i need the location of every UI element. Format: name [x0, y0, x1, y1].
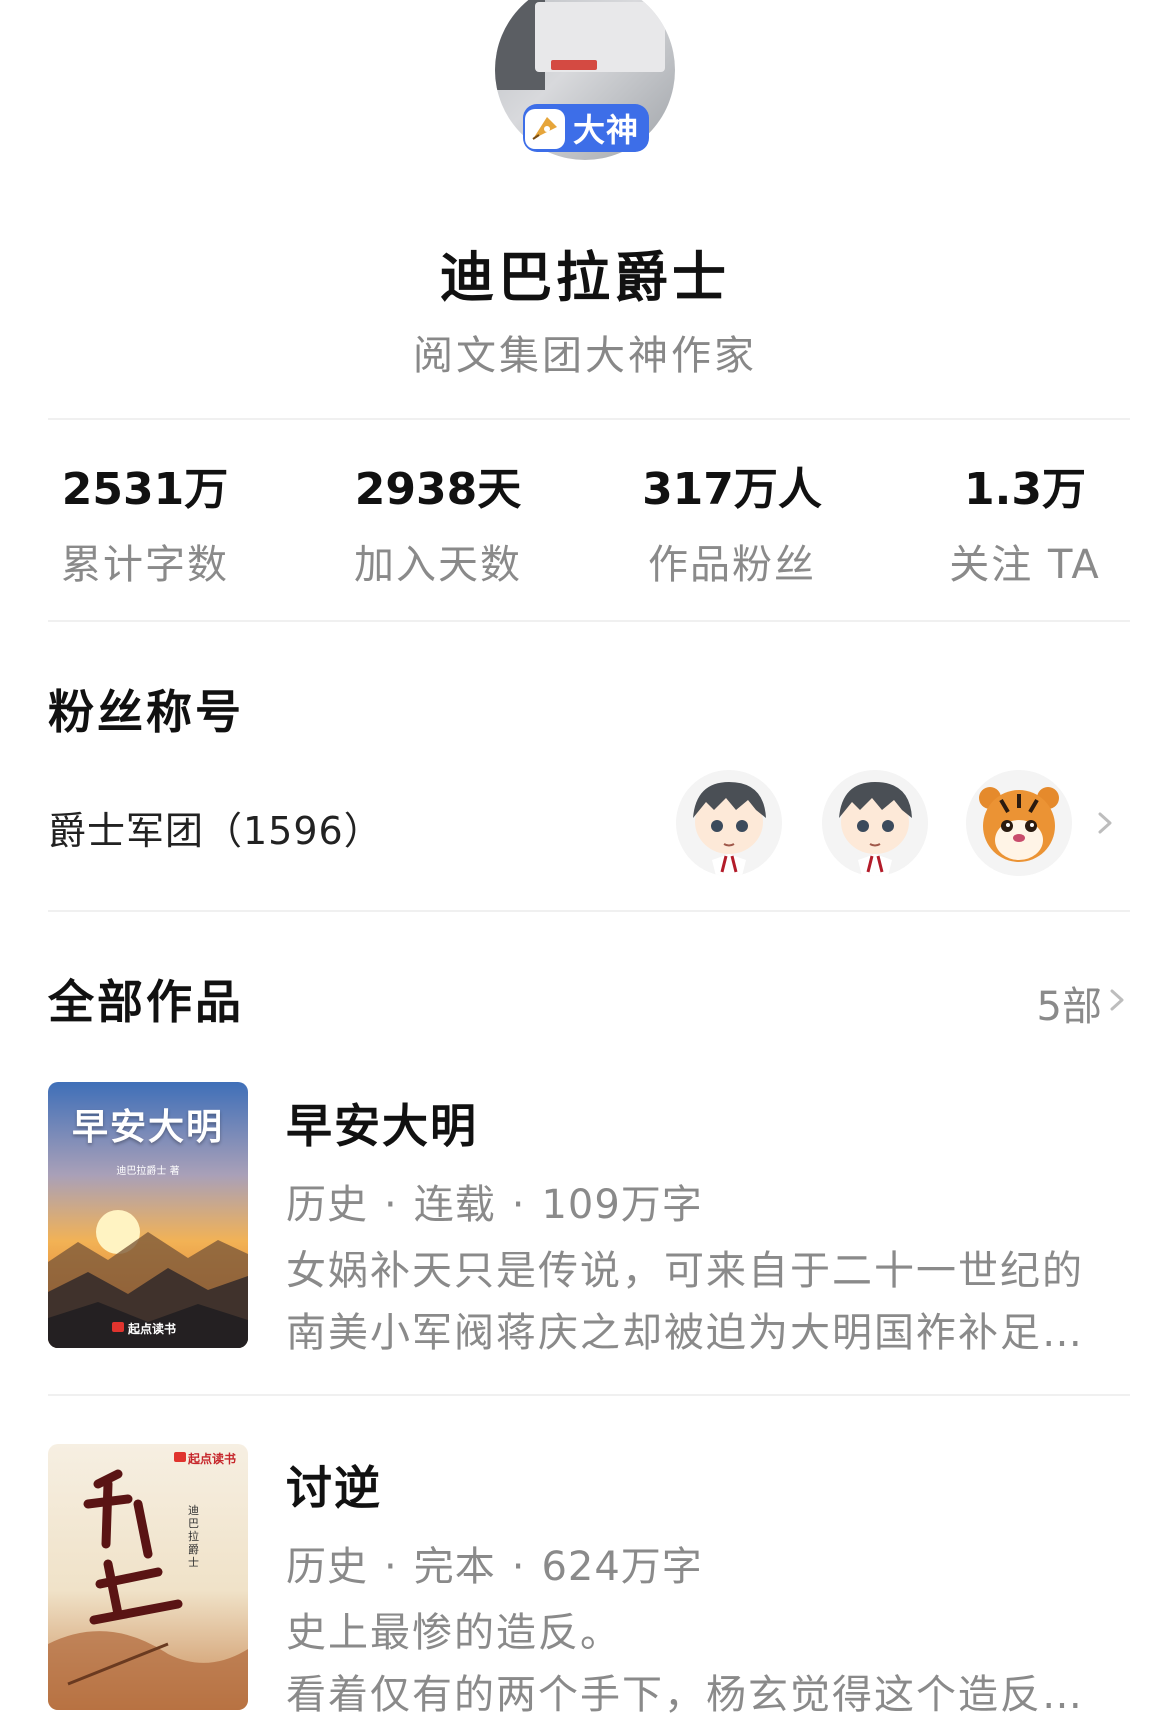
- book-description-line: 看着仅有的两个手下，杨玄觉得这个造反…: [286, 1672, 1084, 1718]
- book-description-line: 女娲补天只是传说，可来自于二十一世纪的: [286, 1248, 1084, 1294]
- stats-row: 2531万 累计字数 2938天 加入天数 317万人 作品粉丝 1.3万 关注…: [0, 462, 1170, 602]
- stat-value: 317万人: [642, 464, 822, 515]
- badge-label: 大神: [573, 111, 640, 149]
- author-avatar-wrap[interactable]: 大神: [495, 0, 675, 160]
- fan-avatar: [966, 770, 1072, 876]
- fans-group-row[interactable]: 爵士军团（1596）: [48, 770, 1130, 880]
- stat-label: 关注 TA: [949, 542, 1101, 588]
- fan-avatar: [822, 770, 928, 876]
- stat-value: 2531万: [61, 464, 229, 515]
- stat-follow[interactable]: 1.3万 关注 TA: [880, 462, 1170, 590]
- divider: [48, 620, 1130, 622]
- separator-dot: ·: [384, 1182, 398, 1228]
- author-name: 迪巴拉爵士: [440, 246, 730, 309]
- fans-group-name: 爵士军团（1596）: [48, 809, 383, 853]
- stat-join-days: 2938天 加入天数: [293, 462, 583, 590]
- book-description-line: 南美小军阀蒋庆之却被迫为大明国祚补足…: [286, 1310, 1084, 1356]
- stat-value: 2938天: [354, 464, 522, 515]
- great-god-badge: 大神: [523, 104, 649, 152]
- separator-dot: ·: [511, 1544, 526, 1590]
- separator-dot: ·: [511, 1182, 526, 1228]
- book-cover[interactable]: 早安大明 迪巴拉爵士 著 起点读书: [48, 1082, 248, 1348]
- book-card[interactable]: 早安大明 迪巴拉爵士 著 起点读书 早安大明 历史 · 连载 · 109万字 女娲补天只…: [48, 1082, 1130, 1356]
- book-meta: 历史 · 完本 · 624万字: [286, 1534, 703, 1592]
- fan-avatar: [676, 770, 782, 876]
- stat-value: 1.3万: [964, 464, 1086, 515]
- separator-dot: ·: [384, 1544, 398, 1590]
- divider: [48, 1394, 1130, 1396]
- book-description: 女娲补天只是传说，可来自于二十一世纪的 南美小军阀蒋庆之却被迫为大明国祚补足…: [286, 1240, 1130, 1364]
- book-meta: 历史 · 连载 · 109万字: [286, 1172, 703, 1230]
- book-card[interactable]: 起点读书 迪巴拉爵士 讨逆 历史 · 完本 · 624万字 史上最惨的造反。 看着仅有的…: [48, 1444, 1130, 1718]
- anime-boy-avatar-icon: [822, 770, 928, 876]
- book-title[interactable]: 讨逆: [286, 1452, 382, 1518]
- fans-title: 粉丝称号: [48, 685, 244, 739]
- anime-boy-avatar-icon: [676, 770, 782, 876]
- stat-label: 加入天数: [354, 542, 522, 588]
- stat-label: 作品粉丝: [648, 542, 816, 588]
- book-title[interactable]: 早安大明: [286, 1090, 478, 1156]
- book-cover[interactable]: 起点读书 迪巴拉爵士: [48, 1444, 248, 1710]
- book-description-line: 史上最惨的造反。: [286, 1610, 622, 1656]
- divider: [48, 910, 1130, 912]
- works-title: 全部作品: [48, 975, 244, 1029]
- avatar-photo-button: [551, 60, 597, 70]
- cover-publisher: 起点读书: [128, 1322, 177, 1336]
- author-profile-page: 大神 迪巴拉爵士 阅文集团大神作家 2531万 累计字数 2938天 加入天数 …: [0, 0, 1170, 1732]
- stat-label: 累计字数: [61, 542, 229, 588]
- chevron-right-icon[interactable]: [1094, 812, 1116, 834]
- chevron-right-icon[interactable]: [1106, 989, 1128, 1011]
- cover-author: 迪巴拉爵士: [188, 1504, 199, 1569]
- book-genre: 历史: [286, 1544, 368, 1590]
- book-genre: 历史: [286, 1182, 368, 1228]
- book-status: 连载: [413, 1182, 496, 1228]
- cover-author: 迪巴拉爵士 著: [116, 1166, 180, 1177]
- stat-total-words: 2531万 累计字数: [0, 462, 290, 590]
- works-count[interactable]: 5部: [1037, 974, 1102, 1032]
- book-cover-art: [48, 1444, 248, 1710]
- book-status: 完本: [413, 1544, 496, 1590]
- tiger-avatar-icon: [966, 770, 1072, 876]
- book-description: 史上最惨的造反。 看着仅有的两个手下，杨玄觉得这个造反…: [286, 1602, 1130, 1726]
- cover-publisher: 起点读书: [188, 1452, 237, 1466]
- cover-title: 早安大明: [71, 1107, 224, 1148]
- stat-fans[interactable]: 317万人 作品粉丝: [587, 462, 877, 590]
- pen-icon: [525, 109, 565, 149]
- book-word-count: 109万字: [541, 1182, 703, 1228]
- book-word-count: 624万字: [541, 1544, 703, 1590]
- divider: [48, 418, 1130, 420]
- author-subtitle: 阅文集团大神作家: [413, 333, 757, 379]
